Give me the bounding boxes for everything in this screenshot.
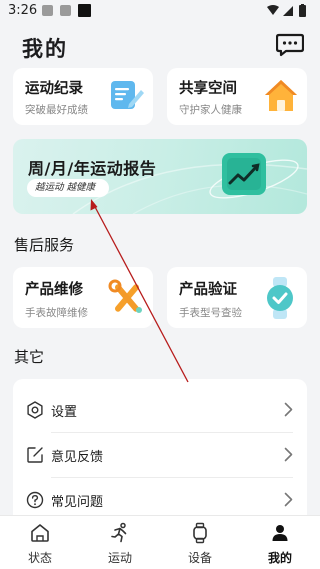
banner-tagline: 越运动 越健康 — [27, 179, 110, 197]
status-bar: 3:26 — [0, 0, 320, 24]
after-sales-heading: 售后服务 — [14, 236, 75, 254]
feedback-label: 意见反馈 — [51, 450, 104, 465]
shared-space-title: 共享空间 — [179, 81, 237, 97]
settings-label: 设置 — [51, 405, 78, 420]
tab-device[interactable]: 设备 — [160, 516, 240, 569]
status-time: 3:26 — [8, 3, 38, 18]
record-note-icon — [111, 81, 144, 109]
faq-icon — [26, 491, 44, 509]
feedback-row[interactable]: 意见反馈 — [13, 433, 307, 477]
others-heading: 其它 — [14, 348, 45, 366]
chevron-right-icon — [284, 402, 293, 417]
others-list: 设置 意见反馈 常见问题 — [13, 379, 307, 529]
settings-row[interactable]: 设置 — [13, 388, 307, 432]
page-title: 我的 — [22, 37, 68, 61]
tab-profile[interactable]: 我的 — [240, 516, 320, 569]
product-verify-subtitle: 手表型号查验 — [179, 307, 242, 319]
profile-icon — [272, 525, 288, 541]
watch-verify-icon — [267, 277, 293, 319]
product-repair-card[interactable]: 产品维修 手表故障维修 — [13, 267, 153, 328]
tab-device-label: 设备 — [187, 551, 212, 565]
signal-icon — [283, 6, 293, 16]
tab-sport[interactable]: 运动 — [80, 516, 160, 569]
banner-title: 周/月/年运动报告 — [28, 159, 157, 178]
sport-record-card[interactable]: 运动纪录 突破最好成绩 — [13, 68, 153, 125]
repair-tools-icon — [108, 279, 142, 313]
faq-label: 常见问题 — [51, 495, 104, 510]
tab-status-label: 状态 — [27, 551, 52, 565]
product-verify-card[interactable]: 产品验证 手表型号查验 — [167, 267, 307, 328]
running-icon — [111, 522, 127, 543]
product-verify-title: 产品验证 — [179, 282, 237, 298]
sport-record-subtitle: 突破最好成绩 — [25, 104, 88, 116]
product-repair-title: 产品维修 — [25, 282, 83, 298]
status-indicators — [267, 4, 306, 17]
bottom-tab-bar: 状态 运动 设备 我的 — [0, 515, 320, 569]
shared-space-card[interactable]: 共享空间 守护家人健康 — [167, 68, 307, 125]
square-notification-icon — [78, 4, 91, 17]
house-icon — [265, 80, 297, 111]
report-chart-icon — [222, 153, 266, 195]
feedback-icon — [27, 447, 43, 463]
battery-icon — [299, 5, 306, 17]
sport-record-title: 运动纪录 — [25, 81, 83, 97]
tab-profile-label: 我的 — [267, 551, 292, 565]
wifi-icon — [267, 5, 279, 15]
chevron-right-icon — [284, 447, 293, 462]
gallery-notification-icon — [42, 5, 53, 16]
tab-sport-label: 运动 — [107, 551, 132, 565]
shared-space-subtitle: 守护家人健康 — [179, 104, 242, 116]
settings-icon — [27, 401, 43, 419]
app-notification-icon — [60, 5, 71, 16]
message-icon[interactable] — [276, 33, 304, 57]
home-icon — [31, 524, 49, 542]
chevron-right-icon — [284, 492, 293, 507]
product-repair-subtitle: 手表故障维修 — [25, 307, 88, 319]
sport-report-banner[interactable]: 周/月/年运动报告 越运动 越健康 — [13, 139, 307, 214]
tab-status[interactable]: 状态 — [0, 516, 80, 569]
watch-icon — [193, 522, 207, 544]
